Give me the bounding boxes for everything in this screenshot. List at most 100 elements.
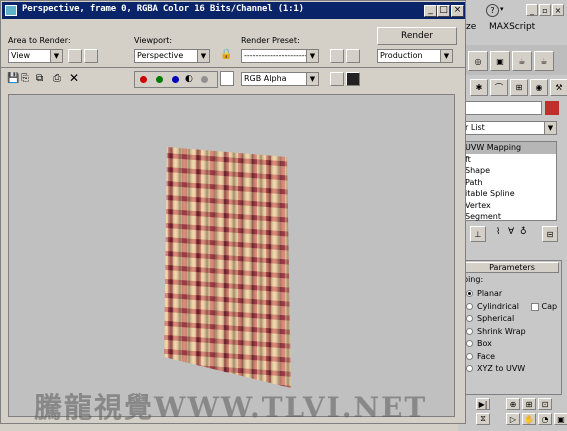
mapping-option[interactable]: Face [466,351,561,364]
area-to-render-dropdown[interactable]: View ▼ [8,49,63,63]
render-preset-dropdown[interactable]: ------------------------ ▼ [241,49,319,63]
zoom-extents-icon[interactable]: ⊡ [538,398,552,410]
menu-item-customize[interactable]: ze [466,22,476,32]
watermark: 騰龍視覺WWW.TLVI.NET [34,391,428,424]
title-bar[interactable]: Perspective, frame 0, RGBA Color 16 Bits… [2,2,465,19]
motion-tab-icon[interactable]: ◉ [530,79,548,96]
show-end-result-icon[interactable]: ⌇ [496,227,500,237]
area-to-render-label: Area to Render: [8,36,71,45]
render-frame-window: Perspective, frame 0, RGBA Color 16 Bits… [0,0,466,424]
quick-render-icon[interactable]: ☕ [512,51,532,71]
alpha-channel-icon[interactable]: ◐ [185,74,193,84]
render-setup-icon[interactable]: ◎ [468,51,488,71]
modifier-list-dropdown[interactable]: r List ▼ [462,121,557,135]
go-to-end-icon[interactable]: ▶| [476,398,490,410]
mapping-option[interactable]: Box [466,338,561,351]
chevron-down-icon: ▼ [50,50,62,62]
mapping-option-label: Face [477,351,496,361]
close-button[interactable]: × [451,5,464,17]
mapping-label: ping: [463,275,484,284]
zoom-icon[interactable]: ⊕ [506,398,520,410]
object-color-swatch[interactable] [545,101,559,115]
modifier-list-label: r List [465,123,485,132]
red-channel-toggle[interactable] [140,76,147,83]
hierarchy-tab-icon[interactable]: ⊞ [510,79,528,96]
radio-button[interactable] [466,340,473,347]
area-to-render-value: View [11,51,30,60]
playback-controls: ▶| ⊕ ⊞ ⊡ ⧖ ▷ ✋ ◔ ▣ [462,396,567,430]
mapping-option[interactable]: Shrink Wrap [466,326,561,339]
radio-button[interactable] [466,352,473,360]
minimize-button[interactable]: _ [424,5,437,17]
radio-button[interactable] [466,365,473,372]
modifier-stack-item[interactable]: Path [463,177,556,189]
make-unique-icon[interactable]: ∀ [508,227,514,237]
zoom-all-icon[interactable]: ⊞ [522,398,536,410]
copy-image-icon[interactable]: ⎘ [21,73,29,84]
maximize-button[interactable]: □ [437,5,450,17]
mapping-option[interactable]: XYZ to UVW [466,363,561,376]
main-toolbar: ◎ ▣ ☕ ☕ [462,45,567,75]
modifier-stack-item[interactable]: Shape [463,165,556,177]
modifier-stack-item[interactable]: Segment [463,211,556,223]
production-dropdown[interactable]: Production ▼ [377,49,453,63]
cap-checkbox[interactable] [531,302,539,311]
save-image-icon[interactable]: 💾 [7,73,19,84]
app-icon [5,5,17,16]
radio-button[interactable] [466,302,473,310]
mapping-option[interactable]: Spherical [466,313,561,326]
minimize-main-button[interactable]: _ [526,4,538,16]
radio-button[interactable] [466,290,473,297]
toggle-overlay-icon[interactable] [346,72,360,86]
modifier-stack-item[interactable]: ft [463,154,556,166]
mapping-option[interactable]: Planar [466,288,561,301]
pin-stack-icon[interactable]: ⊥ [470,226,486,242]
help-icon[interactable]: ? [486,4,499,17]
object-name-field[interactable] [462,101,542,115]
channel-display-dropdown[interactable]: RGB Alpha ▼ [241,72,319,86]
orbit-icon[interactable]: ◔ [538,413,552,425]
restore-main-button[interactable]: ▫ [539,4,551,16]
lock-icon[interactable]: 🔒 [220,49,232,60]
auto-region-icon[interactable] [84,49,98,63]
remove-modifier-icon[interactable]: ♁ [520,227,527,237]
field-of-view-icon[interactable]: ▷ [506,413,520,425]
blue-channel-toggle[interactable] [172,76,179,83]
render-button[interactable]: Render [377,27,457,45]
chevron-down-icon: ▼ [197,50,209,62]
modify-tab-icon[interactable]: ⌒ [490,79,508,96]
chevron-down-icon[interactable]: ▾ [500,5,504,13]
environment-effects-icon[interactable] [346,49,360,63]
print-image-icon[interactable]: ⎙ [53,73,61,84]
modifier-stack-item[interactable]: Vertex [463,200,556,212]
configure-sets-icon[interactable]: ⊟ [542,226,558,242]
edit-region-icon[interactable] [68,49,82,63]
modifier-stack: UVW Mapping ft Shape Path itable Spline Verte… [462,141,557,221]
create-tab-icon[interactable]: ✱ [470,79,488,96]
display-alpha-icon[interactable] [330,72,344,86]
green-channel-toggle[interactable] [156,76,163,83]
teapot-icon[interactable]: ☕ [534,51,554,71]
modifier-stack-item[interactable]: UVW Mapping [463,142,556,154]
clone-frame-icon[interactable]: ⧉ [36,73,43,84]
menu-item-maxscript[interactable]: MAXScript [489,22,535,32]
modifier-stack-item[interactable]: itable Spline [463,188,556,200]
clear-icon[interactable]: ✕ [69,71,79,85]
close-main-button[interactable]: × [552,4,564,16]
mono-channel-toggle[interactable] [201,76,208,83]
pan-icon[interactable]: ✋ [522,413,536,425]
rendered-image-viewport[interactable] [8,94,455,417]
chevron-down-icon: ▼ [306,73,318,85]
viewport-dropdown[interactable]: Perspective ▼ [134,49,210,63]
toolbar-divider [1,67,465,68]
utilities-tab-icon[interactable]: ⚒ [550,79,567,96]
key-mode-icon[interactable]: ⧖ [476,413,490,425]
radio-button[interactable] [466,315,473,322]
maximize-viewport-icon[interactable]: ▣ [554,413,567,425]
render-setup-icon[interactable] [330,49,344,63]
cap-checkbox-row[interactable]: Cap [531,301,557,314]
render-frame-icon[interactable]: ▣ [490,51,510,71]
parameters-rollout-header[interactable]: Parameters [465,262,559,273]
radio-button[interactable] [466,327,473,335]
color-swatch[interactable] [220,71,234,86]
